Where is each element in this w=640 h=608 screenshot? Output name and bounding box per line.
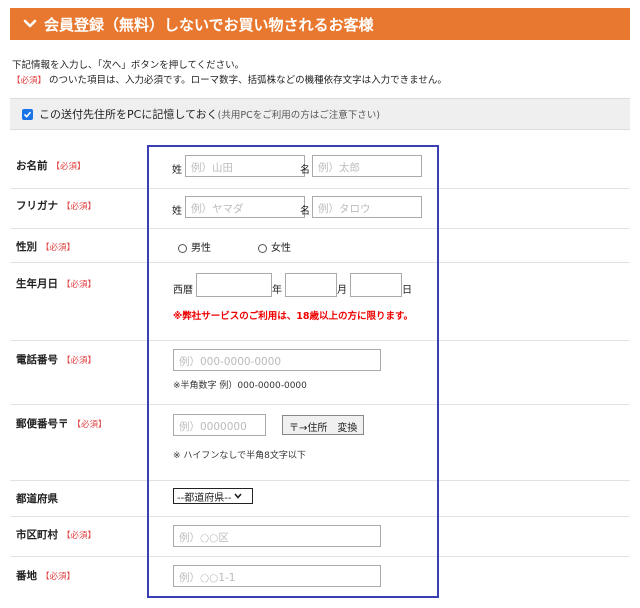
last-name-kana-input[interactable]: 例）ヤマダ — [185, 196, 305, 218]
kana-sei-label: 姓 — [172, 206, 182, 217]
zip-convert-button[interactable]: 〒→住所 変換 — [282, 415, 365, 435]
street-input[interactable]: 例）○○1-1 — [173, 565, 381, 587]
section-title: 会員登録（無料）しないでお買い物されるお客様 — [44, 15, 374, 34]
kana-row: フリガナ 【必須】 姓 例）ヤマダ 名 例）タロウ — [10, 188, 630, 229]
year-unit: 年 — [272, 285, 282, 296]
city-input[interactable]: 例）○○区 — [173, 525, 381, 547]
intro-line-1: 下記情報を入力し、「次へ」ボタンを押してください。 — [12, 60, 245, 71]
zip-note: ※ ハイフンなしで半角8文字以下 — [173, 451, 306, 461]
birth-month-input[interactable] — [285, 273, 337, 297]
remember-address-checkbox[interactable] — [22, 108, 33, 120]
birth-year-input[interactable] — [196, 273, 272, 297]
zip-label: 郵便番号〒 【必須】 — [16, 418, 107, 430]
name-label: お名前 【必須】 — [16, 160, 86, 172]
birthdate-row: 生年月日 【必須】 西暦 年 月 日 ※弊社サービスのご利用は、18歳以上の方に限… — [10, 262, 630, 341]
name-row: お名前 【必須】 姓 例）山田 名 例）太郎 — [10, 140, 630, 189]
remember-address-label[interactable]: この送付先住所をPCに記憶しておく — [39, 106, 218, 122]
month-unit: 月 — [337, 285, 347, 296]
kana-label: フリガナ 【必須】 — [16, 200, 97, 212]
remember-address-note: (共用PCをご利用の方はご注意下さい) — [217, 110, 380, 121]
kana-mei-label: 名 — [300, 206, 310, 217]
required-tag: 【必須】 — [12, 76, 47, 86]
radio-female[interactable] — [258, 243, 267, 253]
zip-input[interactable]: 例）0000000 — [173, 414, 266, 436]
era-label: 西暦 — [173, 285, 193, 296]
prefecture-label: 都道府県 — [16, 493, 58, 505]
prefecture-selected: --都道府県-- — [177, 492, 232, 504]
age-warning: ※弊社サービスのご利用は、18歳以上の方に限ります。 — [173, 311, 414, 322]
city-row: 市区町村 【必須】 例）○○区 — [10, 516, 630, 557]
radio-male[interactable] — [178, 243, 187, 253]
last-name-input[interactable]: 例）山田 — [185, 155, 305, 177]
gender-row: 性別 【必須】 男性 女性 — [10, 228, 630, 263]
street-row: 番地 【必須】 例）○○1-1 — [10, 556, 630, 598]
gender-label: 性別 【必須】 — [16, 241, 76, 253]
intro-text: 下記情報を入力し、「次へ」ボタンを押してください。 【必須】 のついた項目は、入… — [12, 58, 632, 89]
intro-line-2: 【必須】 のついた項目は、入力必須です。ローマ数字、括弧株などの機種依存文字は入… — [12, 75, 447, 86]
first-name-input[interactable]: 例）太郎 — [312, 155, 422, 177]
city-label: 市区町村 【必須】 — [16, 529, 97, 541]
remember-address-row: この送付先住所をPCに記憶しておく (共用PCをご利用の方はご注意下さい) — [10, 98, 630, 130]
gender-male-option[interactable]: 男性 — [178, 239, 211, 254]
sei-label: 姓 — [172, 165, 182, 176]
gender-female-option[interactable]: 女性 — [258, 239, 291, 254]
chevron-down-icon — [23, 19, 37, 28]
zip-row: 郵便番号〒 【必須】 例）0000000 〒→住所 変換 ※ ハイフンなしで半角8… — [10, 404, 630, 481]
day-unit: 日 — [402, 285, 412, 296]
birthdate-label: 生年月日 【必須】 — [16, 278, 97, 290]
mei-label: 名 — [300, 165, 310, 176]
birth-day-input[interactable] — [350, 273, 402, 297]
phone-note: ※半角数字 例）000-0000-0000 — [173, 381, 307, 391]
first-name-kana-input[interactable]: 例）タロウ — [312, 196, 422, 218]
check-icon — [23, 111, 32, 118]
section-header: 会員登録（無料）しないでお買い物されるお客様 — [10, 8, 630, 40]
prefecture-row: 都道府県 --都道府県-- — [10, 480, 630, 517]
chevron-down-icon — [234, 493, 243, 499]
phone-input[interactable]: 例）000-0000-0000 — [173, 349, 381, 371]
street-label: 番地 【必須】 — [16, 570, 76, 582]
phone-row: 電話番号 【必須】 例）000-0000-0000 ※半角数字 例）000-000… — [10, 340, 630, 405]
prefecture-select[interactable]: --都道府県-- — [173, 488, 253, 504]
phone-label: 電話番号 【必須】 — [16, 354, 97, 366]
